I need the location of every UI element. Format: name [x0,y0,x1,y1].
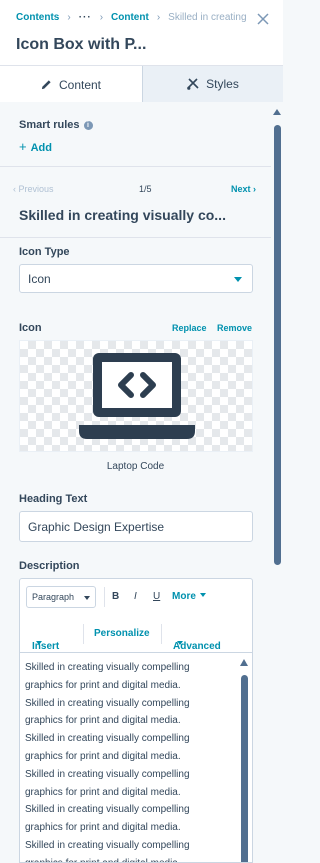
description-line: Skilled in creating visually compelling [25,768,190,780]
chevron-down-icon [234,277,242,282]
chevron-down-icon [84,596,90,600]
icon-type-value: Icon [28,272,51,286]
icon-type-select[interactable]: Icon [19,264,253,293]
breadcrumb-separator: › [156,12,161,23]
add-label: Add [30,142,52,154]
breadcrumb: Contents › ··· › Content › Skilled in cr… [16,12,247,23]
description-line: graphics for print and digital media. [25,855,237,862]
description-line: Skilled in creating visually compelling [25,697,190,709]
paragraph-style-select[interactable]: Paragraph [26,586,96,608]
panel-title: Icon Box with P... [16,36,147,53]
chevron-down-icon [199,593,206,597]
info-icon[interactable]: i [83,121,93,130]
plus-icon: + [19,139,27,154]
tab-styles-label: Styles [206,77,239,91]
italic-button[interactable]: I [134,591,137,602]
pencil-icon [41,80,51,90]
item-title: Skilled in creating visually co... [19,207,226,223]
description-line: graphics for print and digital media. [25,822,181,834]
tab-styles[interactable]: Styles [143,66,283,102]
toolbar-divider [161,624,162,644]
tab-bar: Content Styles [0,66,283,103]
heading-text-label: Heading Text [19,493,88,505]
icon-name-caption: Laptop Code [106,461,165,472]
description-editor-body[interactable]: Skilled in creating visually compelling … [25,659,237,862]
description-line: graphics for print and digital media. [25,750,181,762]
personalize-button[interactable]: Personalize [94,628,150,639]
add-smart-rule-button[interactable]: + Add [19,139,52,154]
description-label: Description [19,560,80,572]
divider [0,166,271,167]
scroll-up-arrow-icon[interactable] [273,109,281,115]
panel-scrollbar-thumb[interactable] [274,125,281,565]
more-label: More [172,591,196,602]
editor-toolbar-formatting: Paragraph B I U More [20,579,252,615]
remove-icon-button[interactable]: Remove [217,323,252,333]
breadcrumb-content-link[interactable]: Content [111,12,149,23]
sidebar-header: Contents › ··· › Content › Skilled in cr… [0,0,283,66]
toolbar-divider [104,587,105,607]
heading-text-input[interactable]: Graphic Design Expertise [19,511,253,542]
paragraph-style-value: Paragraph [32,592,75,602]
close-icon[interactable] [257,13,269,25]
editor-scrollbar-thumb[interactable] [241,675,248,862]
editor-toolbar-actions: Insert Personalize Advanced [20,615,252,653]
description-line: graphics for print and digital media. [25,786,181,798]
brush-icon [187,78,199,90]
chevron-down-icon [36,641,42,645]
rich-text-editor: Paragraph B I U More Insert Personalize … [19,578,253,863]
description-line: Skilled in creating visually compelling [25,733,190,745]
chevron-right-icon: › [250,184,257,194]
previous-button[interactable]: ‹ Previous [13,184,54,194]
replace-icon-button[interactable]: Replace [172,323,207,333]
breadcrumb-contents-link[interactable]: Contents [16,12,59,23]
more-menu-button[interactable]: More [172,591,206,602]
previous-label: Previous [18,184,54,194]
laptop-code-icon [79,353,195,439]
description-line: Skilled in creating visually compelling [25,662,190,673]
description-line: Skilled in creating visually compelling [25,839,190,851]
toolbar-divider [83,624,84,644]
breadcrumb-separator: › [67,12,71,23]
description-line: graphics for print and digital media. [25,679,181,691]
tab-content-label: Content [58,77,102,92]
chevron-down-icon [177,641,183,645]
next-button[interactable]: Next › [231,184,256,194]
next-label: Next [231,184,251,194]
editor-scroll-up-icon[interactable] [240,659,248,666]
bold-button[interactable]: B [112,591,119,602]
description-line: graphics for print and digital media. [25,715,181,727]
pager-position: 1/5 [139,184,152,194]
smart-rules-text: Smart rules [19,119,80,131]
breadcrumb-ellipsis[interactable]: ··· [79,12,92,23]
breadcrumb-current: Skilled in creating [168,12,247,23]
icon-label: Icon [19,322,42,334]
smart-rules-label: Smart rules i [19,119,93,131]
divider [0,237,271,238]
description-line: Skilled in creating visually compelling [25,804,190,816]
underline-button[interactable]: U [153,591,160,602]
tab-content[interactable]: Content [0,66,143,103]
breadcrumb-separator: › [99,12,104,23]
icon-preview[interactable] [19,340,253,452]
icon-type-label: Icon Type [19,246,70,258]
